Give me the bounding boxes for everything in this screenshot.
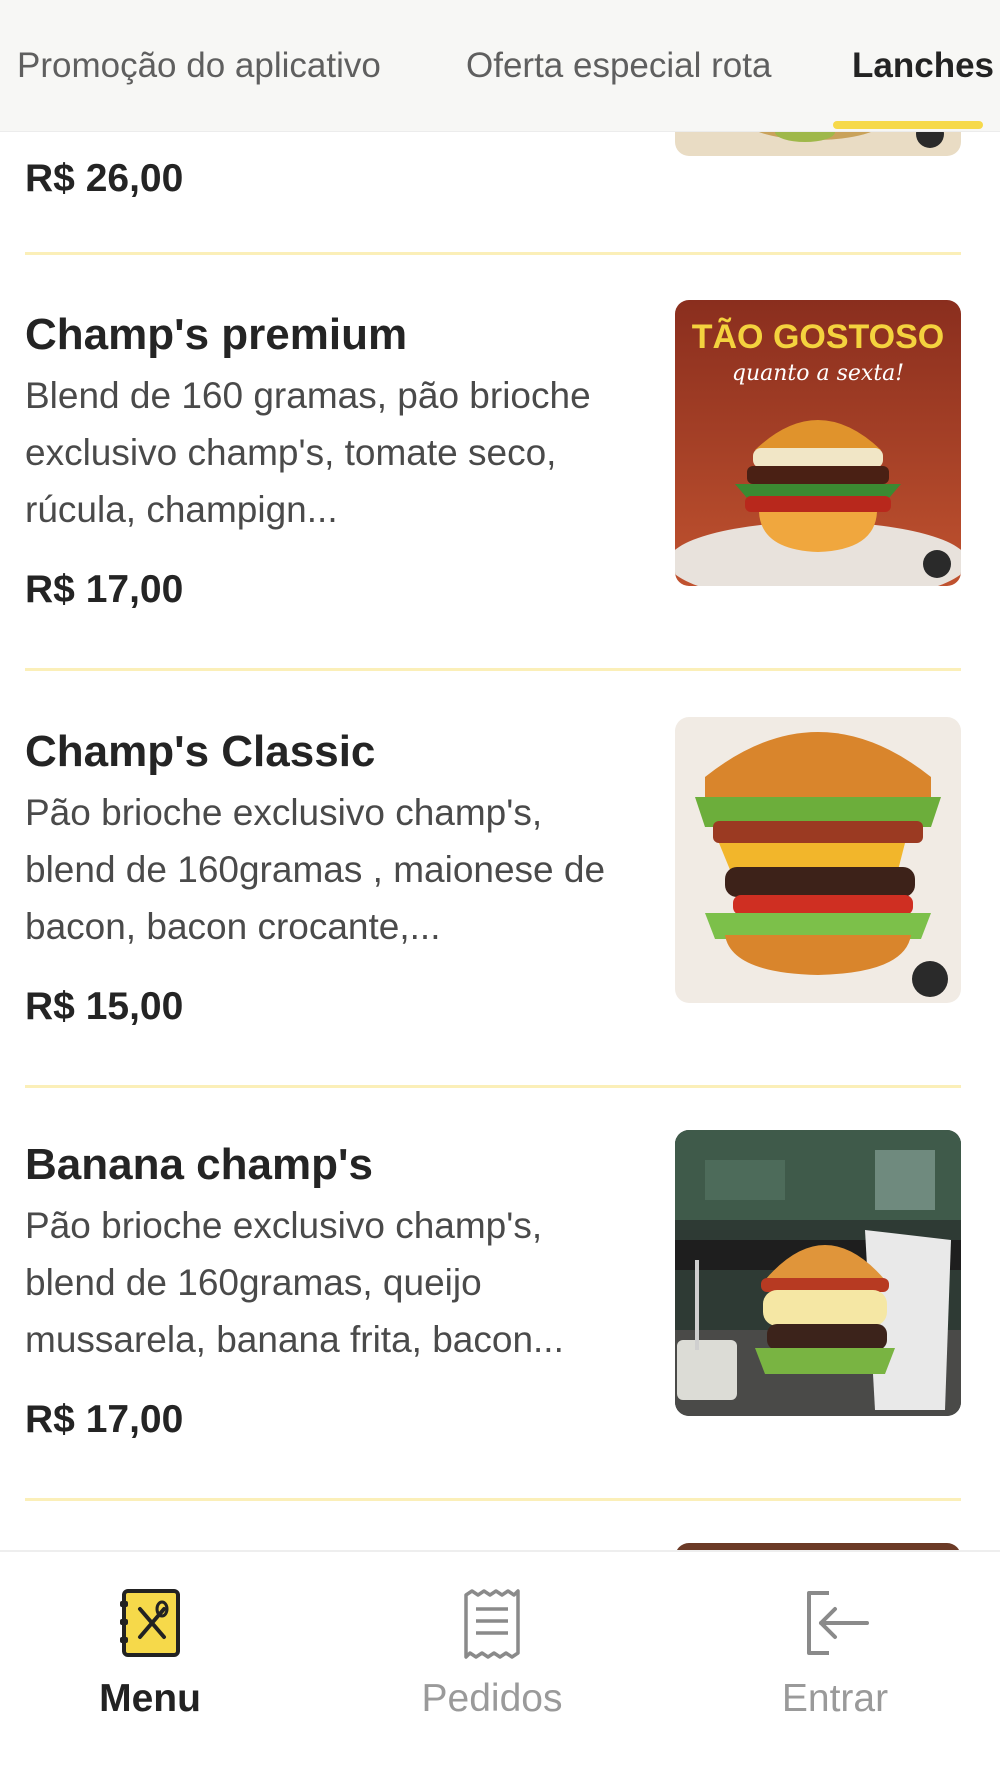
menu-item[interactable]: Banana champ's Pão brioche exclusivo cha… xyxy=(0,1130,1000,1501)
item-divider xyxy=(25,668,961,671)
nav-entrar[interactable]: Entrar xyxy=(705,1587,965,1737)
menu-item[interactable]: Champ's premium Blend de 160 gramas, pão… xyxy=(0,300,1000,671)
item-image: TÃO GOSTOSO quanto a sexta! xyxy=(675,300,961,586)
nav-label: Menu xyxy=(99,1677,201,1720)
nav-label: Entrar xyxy=(781,1677,889,1720)
item-divider xyxy=(25,1085,961,1088)
login-icon xyxy=(807,1591,869,1655)
image-headline: TÃO GOSTOSO xyxy=(692,318,945,356)
category-tabs: Promoção do aplicativo Oferta especial r… xyxy=(0,0,1000,132)
menu-book-icon xyxy=(120,1589,180,1657)
tab-oferta-especial-rota[interactable]: Oferta especial rota xyxy=(466,0,771,131)
app-screen: R$ 26,00 Champ's premium Blend de 160 gr… xyxy=(0,0,1000,1778)
item-divider xyxy=(25,1498,961,1501)
item-name: Champ's premium xyxy=(25,310,408,359)
item-image xyxy=(675,1130,961,1416)
nav-menu[interactable]: Menu xyxy=(20,1587,280,1737)
active-tab-indicator xyxy=(833,121,983,129)
burger-photo: TÃO GOSTOSO quanto a sexta! xyxy=(675,300,961,586)
receipt-icon xyxy=(464,1589,520,1659)
item-price: R$ 17,00 xyxy=(25,568,184,611)
burger-photo xyxy=(675,717,961,1003)
item-price: R$ 15,00 xyxy=(25,985,184,1028)
item-description: Pão brioche exclusivo champ's, blend de … xyxy=(25,792,606,947)
menu-list[interactable]: R$ 26,00 Champ's premium Blend de 160 gr… xyxy=(0,0,1000,1778)
image-tagline: quanto a sexta! xyxy=(732,361,904,386)
burger-photo xyxy=(675,1130,961,1416)
item-name: Banana champ's xyxy=(25,1140,373,1189)
item-name: Champ's Classic xyxy=(25,727,376,776)
item-image xyxy=(675,717,961,1003)
tab-lanches[interactable]: Lanches xyxy=(852,0,994,131)
menu-item[interactable]: Champ's Classic Pão brioche exclusivo ch… xyxy=(0,717,1000,1088)
item-description: Pão brioche exclusivo champ's, blend de … xyxy=(25,1205,564,1360)
item-price: R$ 26,00 xyxy=(25,157,184,200)
nav-pedidos[interactable]: Pedidos xyxy=(362,1587,622,1737)
item-price: R$ 17,00 xyxy=(25,1398,184,1441)
bottom-navigation: Menu Pedidos Entrar xyxy=(0,1550,1000,1778)
item-divider xyxy=(25,252,961,255)
item-description: Blend de 160 gramas, pão brioche exclusi… xyxy=(25,375,591,530)
nav-label: Pedidos xyxy=(421,1677,563,1720)
tab-promocao-do-aplicativo[interactable]: Promoção do aplicativo xyxy=(17,0,381,131)
